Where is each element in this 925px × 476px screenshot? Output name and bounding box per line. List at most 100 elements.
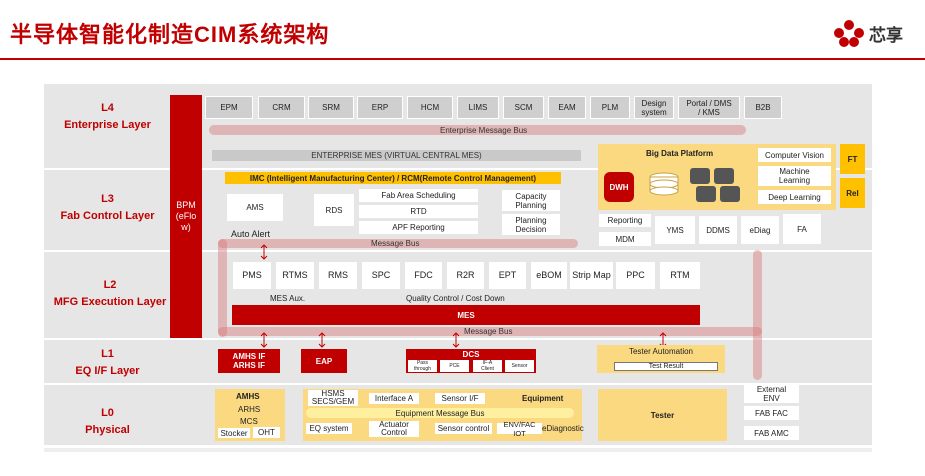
oht-box: OHT (253, 427, 280, 438)
page-title: 半导体智能化制造CIM系统架构 (10, 22, 330, 47)
brand-logo: 芯享 (832, 18, 903, 48)
imc-bar: IMC (Intelligent Manufacturing Center) /… (225, 172, 561, 184)
tester-automation-label: Tester Automation (628, 347, 694, 356)
l4-system-box: CRM (258, 96, 305, 119)
external-env-box: External ENV (744, 385, 799, 403)
computer-vision-box: Computer Vision (758, 148, 831, 162)
gear-icon (720, 186, 740, 202)
big-data-title: Big Data Platform (646, 149, 714, 158)
planning-decision-box: Planning Decision (502, 214, 560, 235)
logo-text: 芯享 (869, 25, 903, 45)
auto-alert-label: Auto Alert (231, 229, 271, 239)
ft-label: FT (847, 154, 858, 164)
layer-l4-code: L4 (101, 102, 114, 114)
capacity-planning-box: Capacity Planning (502, 190, 560, 211)
dcs-item-box: Sensor (505, 360, 534, 372)
deep-learning-box: Deep Learning (758, 190, 831, 204)
sensor-control-box: Sensor control (435, 423, 492, 434)
l2-module-box: PPC (616, 262, 655, 289)
hsms-box: HSMS SECS/GEM (308, 390, 358, 406)
mes-bar: MES (232, 305, 700, 325)
reporting-box: Reporting (599, 214, 651, 227)
amhs-label: AMHS (236, 392, 260, 401)
ddms-box: DDMS (699, 216, 737, 244)
l2-module-box: RMS (319, 262, 357, 289)
fab-fac-box: FAB FAC (744, 406, 799, 420)
message-bus-lower-label: Message Bus (464, 327, 513, 336)
l4-system-box: EPM (205, 96, 253, 119)
l2-module-box: PMS (233, 262, 271, 289)
layer-l2-label: L2 MFG Execution Layer (50, 277, 170, 311)
layer-l2-name: MFG Execution Layer (53, 296, 167, 308)
l2-module-box: eBOM (531, 262, 567, 289)
interface-a-box: Interface A (369, 393, 419, 404)
layer-l0-name: Physical (85, 424, 130, 436)
dcs-item-box: Pass through (408, 360, 437, 372)
env-fac-iot-box: ENV/FAC IOT (497, 420, 542, 438)
eap-box: EAP (301, 349, 347, 373)
l4-system-box: B2B (744, 96, 782, 119)
bpm-bar: BPM (eFlo w) (170, 95, 202, 338)
layer-l3-code: L3 (101, 193, 114, 205)
l2-module-box: RTMS (276, 262, 314, 289)
layer-l3-name: Fab Control Layer (60, 210, 155, 222)
quality-control-label: Quality Control / Cost Down (406, 294, 505, 303)
arrow-mes-eap (318, 332, 326, 348)
layer-l3-label: L3 Fab Control Layer (50, 191, 165, 225)
yms-box: YMS (655, 216, 695, 244)
mcs-label: MCS (240, 417, 258, 426)
layer-l1-name: EQ I/F Layer (75, 365, 140, 377)
arrow-mes-dcs (452, 332, 460, 348)
sensor-if-box: Sensor I/F (435, 393, 485, 404)
layer-l0-label: L0 Physical (50, 405, 165, 439)
l4-system-box: PLM (590, 96, 630, 119)
l4-system-box: SCM (503, 96, 544, 119)
l4-system-box: EAM (548, 96, 586, 119)
imc-label: IMC (Intelligent Manufacturing Center) /… (249, 173, 537, 183)
server-icon (690, 168, 710, 184)
arhs-label: ARHS (238, 405, 261, 414)
l2-module-box: R2R (447, 262, 484, 289)
l4-system-box: Portal / DMS / KMS (678, 96, 740, 119)
header-divider (0, 58, 925, 60)
apf-reporting-box: APF Reporting (359, 221, 478, 234)
tester-label: Tester (650, 410, 675, 420)
arrow-mes-amhs (260, 332, 268, 348)
message-bus-left (218, 239, 227, 337)
mdm-box: MDM (599, 232, 651, 246)
l4-system-box: LIMS (457, 96, 499, 119)
ediagnostic-label: eDiagnostic (542, 424, 584, 433)
layer-l1-code: L1 (101, 348, 114, 360)
rds-box: RDS (314, 194, 354, 226)
ediag-box: eDiag (741, 216, 779, 244)
fab-area-scheduling-box: Fab Area Scheduling (359, 189, 478, 202)
eq-bus-line: Equipment Message Bus (306, 408, 574, 418)
enterprise-bus-label: Enterprise Message Bus (440, 126, 528, 135)
eq-bus-label: Equipment Message Bus (395, 408, 485, 418)
rtd-box: RTD (359, 205, 478, 218)
l2-module-box: EPT (489, 262, 526, 289)
dcs-label: DCS (462, 350, 480, 359)
fab-amc-box: FAB AMC (744, 426, 799, 440)
eq-system-box: EQ system (306, 423, 352, 434)
l4-system-box: Design system (634, 96, 674, 119)
layer-l2-code: L2 (103, 279, 117, 291)
test-result-box: Test Result (614, 362, 718, 371)
actuator-control-box: Actuator Control (369, 421, 419, 437)
fa-box: FA (783, 214, 821, 244)
l2-module-box: Strip Map (570, 262, 613, 289)
logo-icon (834, 20, 864, 47)
dwh-box: DWH (604, 172, 634, 202)
l2-module-box: RTM (660, 262, 700, 289)
ft-box: FT (840, 144, 865, 174)
message-bus-upper-label: Message Bus (371, 239, 420, 248)
amhs-if-box: AMHS IF ARHS IF (218, 349, 280, 373)
equipment-label: Equipment (522, 394, 564, 403)
ams-box: AMS (227, 194, 283, 221)
rel-label: Rel (846, 188, 859, 198)
enterprise-mes-bar: ENTERPRISE MES (VIRTUAL CENTRAL MES) (212, 150, 581, 161)
analytics-icon (714, 168, 734, 184)
stocker-box: Stocker (218, 428, 250, 438)
dcs-item-box: IF-A Client (473, 360, 502, 372)
band-bottom (44, 448, 872, 452)
